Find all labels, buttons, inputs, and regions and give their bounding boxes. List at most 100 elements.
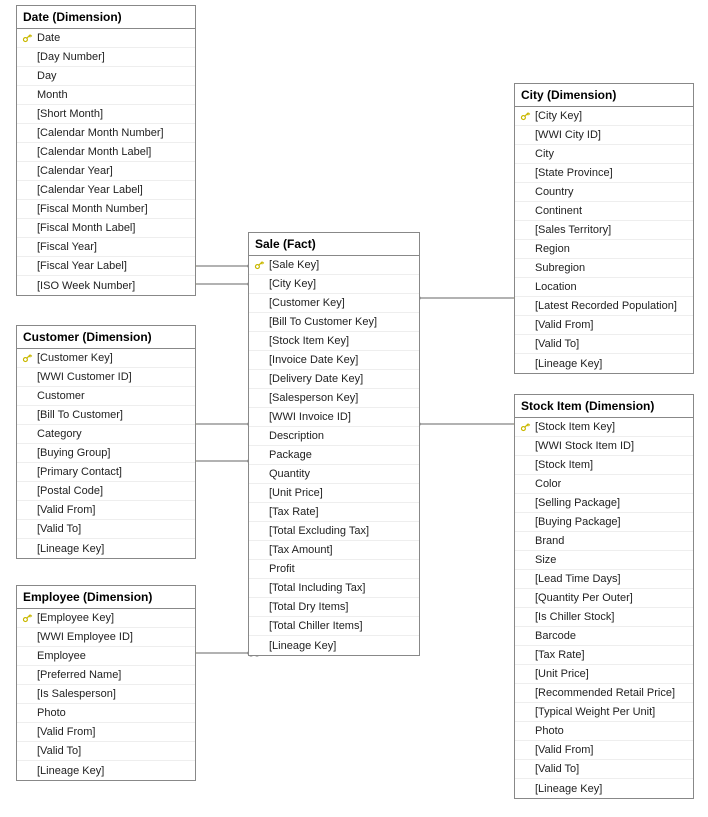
table-column[interactable]: [Lineage Key] <box>17 761 195 780</box>
table-column[interactable]: [WWI Invoice ID] <box>249 408 419 427</box>
table-column[interactable]: [Tax Rate] <box>249 503 419 522</box>
table-column[interactable]: [Quantity Per Outer] <box>515 589 693 608</box>
table-column[interactable]: [City Key] <box>515 107 693 126</box>
table-column[interactable]: [Postal Code] <box>17 482 195 501</box>
table-column[interactable]: [Lead Time Days] <box>515 570 693 589</box>
column-name: [Valid To] <box>535 338 579 350</box>
table-column[interactable]: [Lineage Key] <box>249 636 419 655</box>
table-column[interactable]: Brand <box>515 532 693 551</box>
table-column[interactable]: [Typical Weight Per Unit] <box>515 703 693 722</box>
table-column[interactable]: [Fiscal Year Label] <box>17 257 195 276</box>
table-column[interactable]: [Stock Item] <box>515 456 693 475</box>
table-column[interactable]: [WWI Stock Item ID] <box>515 437 693 456</box>
table-column[interactable]: [Preferred Name] <box>17 666 195 685</box>
table-column[interactable]: [Bill To Customer Key] <box>249 313 419 332</box>
table-column[interactable]: Country <box>515 183 693 202</box>
table-column[interactable]: [WWI City ID] <box>515 126 693 145</box>
table-column[interactable]: Employee <box>17 647 195 666</box>
table-stockitem[interactable]: Stock Item (Dimension) [Stock Item Key][… <box>514 394 694 799</box>
table-column[interactable]: [Day Number] <box>17 48 195 67</box>
table-column[interactable]: [Calendar Month Number] <box>17 124 195 143</box>
table-column[interactable]: [Calendar Year] <box>17 162 195 181</box>
table-city[interactable]: City (Dimension) [City Key][WWI City ID]… <box>514 83 694 374</box>
table-sale[interactable]: Sale (Fact) [Sale Key][City Key][Custome… <box>248 232 420 656</box>
table-column[interactable]: [State Province] <box>515 164 693 183</box>
table-column[interactable]: [Latest Recorded Population] <box>515 297 693 316</box>
table-column[interactable]: Month <box>17 86 195 105</box>
table-column[interactable]: [ISO Week Number] <box>17 276 195 295</box>
table-column[interactable]: [Invoice Date Key] <box>249 351 419 370</box>
table-column[interactable]: [Valid To] <box>17 742 195 761</box>
primary-key-icon <box>519 421 531 433</box>
table-column[interactable]: [Unit Price] <box>249 484 419 503</box>
table-column[interactable]: Photo <box>17 704 195 723</box>
table-column[interactable]: Continent <box>515 202 693 221</box>
table-column[interactable]: [Tax Rate] <box>515 646 693 665</box>
table-column[interactable]: [Fiscal Year] <box>17 238 195 257</box>
table-column[interactable]: Day <box>17 67 195 86</box>
table-column[interactable]: [WWI Customer ID] <box>17 368 195 387</box>
table-column[interactable]: [Valid To] <box>17 520 195 539</box>
table-column[interactable]: [Salesperson Key] <box>249 389 419 408</box>
table-column[interactable]: Region <box>515 240 693 259</box>
table-column[interactable]: [Lineage Key] <box>515 779 693 798</box>
table-column[interactable]: [Fiscal Month Label] <box>17 219 195 238</box>
table-column[interactable]: [Primary Contact] <box>17 463 195 482</box>
table-column[interactable]: [Valid To] <box>515 335 693 354</box>
column-name: [Customer Key] <box>269 297 345 309</box>
table-column[interactable]: Date <box>17 29 195 48</box>
table-employee[interactable]: Employee (Dimension) [Employee Key][WWI … <box>16 585 196 781</box>
table-column[interactable]: [Lineage Key] <box>515 354 693 373</box>
table-column[interactable]: [Is Chiller Stock] <box>515 608 693 627</box>
table-column[interactable]: [Buying Package] <box>515 513 693 532</box>
table-column[interactable]: [Unit Price] <box>515 665 693 684</box>
table-column[interactable]: [Sales Territory] <box>515 221 693 240</box>
table-column[interactable]: Category <box>17 425 195 444</box>
table-column[interactable]: Quantity <box>249 465 419 484</box>
table-column[interactable]: [Valid From] <box>17 501 195 520</box>
table-column[interactable]: [Sale Key] <box>249 256 419 275</box>
table-column[interactable]: Barcode <box>515 627 693 646</box>
primary-key-icon <box>253 259 265 271</box>
table-column[interactable]: Subregion <box>515 259 693 278</box>
table-column[interactable]: [Delivery Date Key] <box>249 370 419 389</box>
table-column[interactable]: [Calendar Year Label] <box>17 181 195 200</box>
table-column[interactable]: [Is Salesperson] <box>17 685 195 704</box>
table-column[interactable]: [Employee Key] <box>17 609 195 628</box>
table-column[interactable]: [Customer Key] <box>249 294 419 313</box>
table-column[interactable]: Description <box>249 427 419 446</box>
table-column[interactable]: [Customer Key] <box>17 349 195 368</box>
table-column[interactable]: Profit <box>249 560 419 579</box>
column-name: [Lineage Key] <box>37 765 104 777</box>
table-column[interactable]: Color <box>515 475 693 494</box>
table-column[interactable]: [Total Excluding Tax] <box>249 522 419 541</box>
table-column[interactable]: [Lineage Key] <box>17 539 195 558</box>
table-column[interactable]: [Total Chiller Items] <box>249 617 419 636</box>
table-column[interactable]: [Valid To] <box>515 760 693 779</box>
table-column[interactable]: City <box>515 145 693 164</box>
table-column[interactable]: [Valid From] <box>515 316 693 335</box>
table-column[interactable]: Size <box>515 551 693 570</box>
table-column[interactable]: [Selling Package] <box>515 494 693 513</box>
table-column[interactable]: [Fiscal Month Number] <box>17 200 195 219</box>
table-column[interactable]: [Buying Group] <box>17 444 195 463</box>
table-column[interactable]: [Tax Amount] <box>249 541 419 560</box>
table-column[interactable]: [City Key] <box>249 275 419 294</box>
table-column[interactable]: Package <box>249 446 419 465</box>
table-column[interactable]: Location <box>515 278 693 297</box>
table-column[interactable]: [Bill To Customer] <box>17 406 195 425</box>
table-column[interactable]: [Total Including Tax] <box>249 579 419 598</box>
table-column[interactable]: [Recommended Retail Price] <box>515 684 693 703</box>
table-column[interactable]: Customer <box>17 387 195 406</box>
table-column[interactable]: Photo <box>515 722 693 741</box>
table-column[interactable]: [Stock Item Key] <box>515 418 693 437</box>
table-column[interactable]: [Calendar Month Label] <box>17 143 195 162</box>
table-column[interactable]: [Total Dry Items] <box>249 598 419 617</box>
table-customer[interactable]: Customer (Dimension) [Customer Key][WWI … <box>16 325 196 559</box>
table-column[interactable]: [WWI Employee ID] <box>17 628 195 647</box>
table-column[interactable]: [Valid From] <box>17 723 195 742</box>
table-date[interactable]: Date (Dimension) Date[Day Number]DayMont… <box>16 5 196 296</box>
table-column[interactable]: [Short Month] <box>17 105 195 124</box>
table-column[interactable]: [Valid From] <box>515 741 693 760</box>
table-column[interactable]: [Stock Item Key] <box>249 332 419 351</box>
